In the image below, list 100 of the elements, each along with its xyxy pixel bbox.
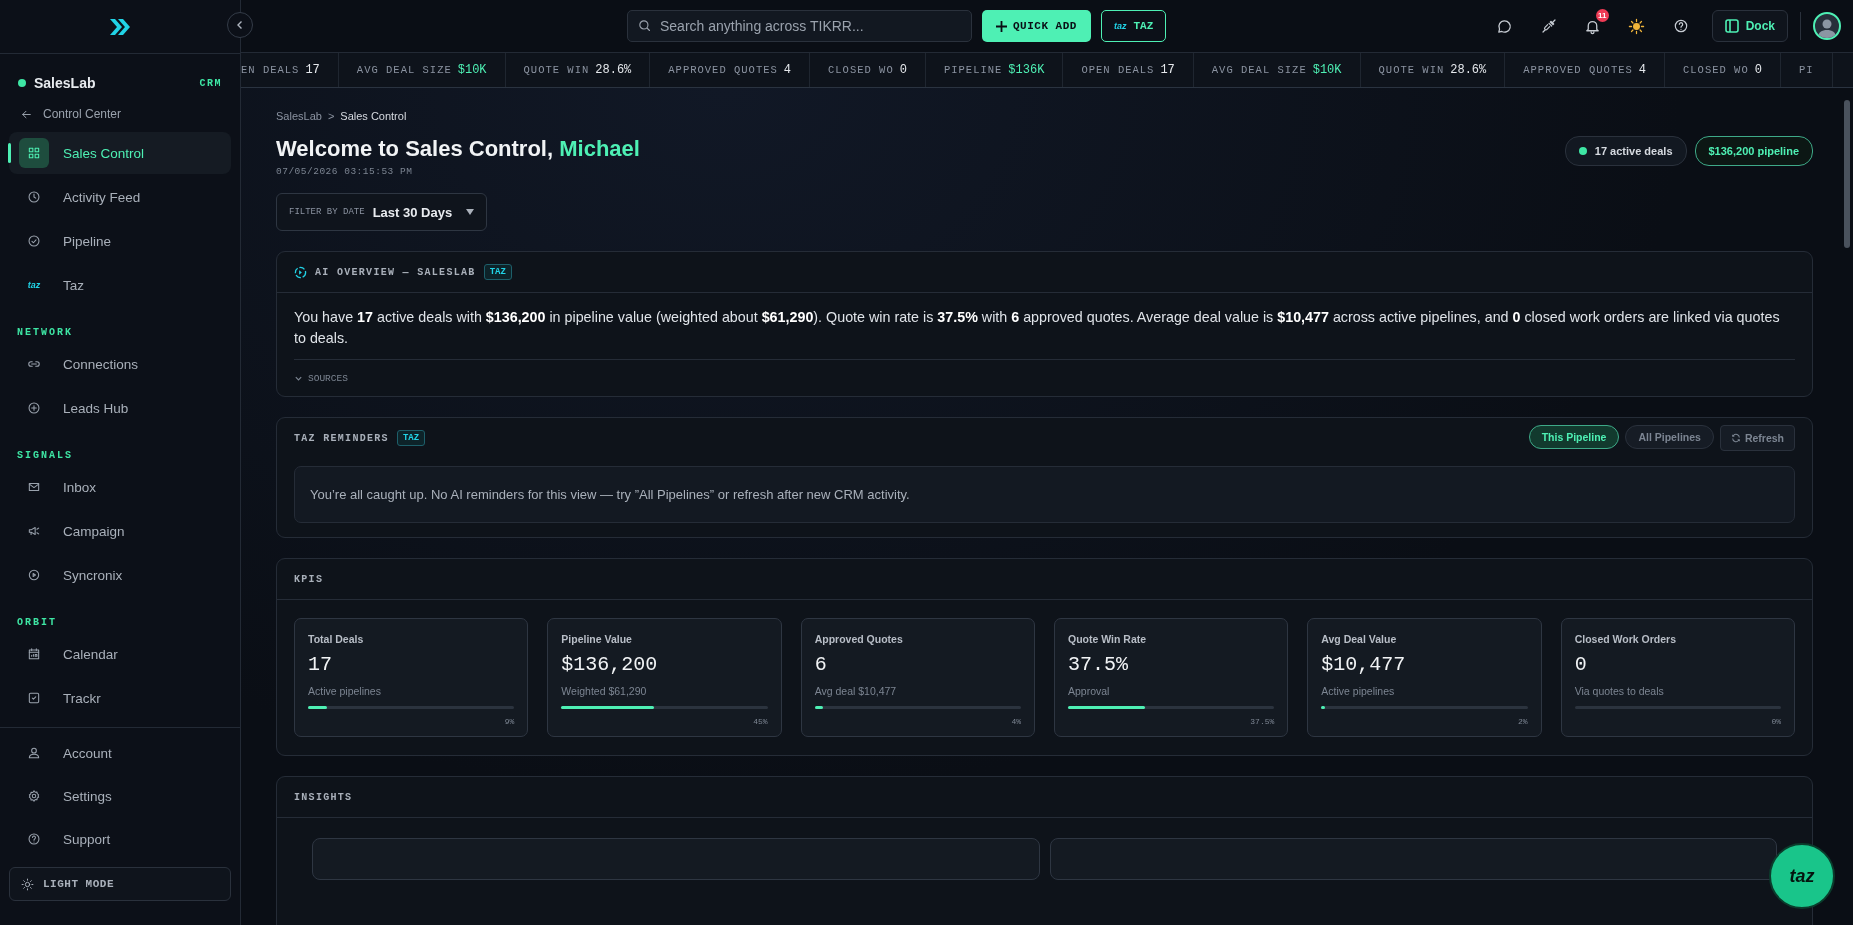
calendar-icon [27, 647, 41, 661]
pill-label: 17 active deals [1594, 145, 1673, 157]
sun-icon [21, 877, 34, 891]
ticker-label: CLOSED WO [828, 64, 894, 76]
sidebar-item[interactable]: Campaign [9, 510, 231, 552]
plug-drawing-icon [1540, 18, 1557, 34]
ticker-label: CLOSED WO [1683, 64, 1749, 76]
kpi-note: Active pipelines [1321, 685, 1396, 697]
sidebar-item[interactable]: Account [9, 732, 231, 774]
ticker-label: EN DEALS [241, 64, 300, 76]
ticker-label: QUOTE WIN [523, 64, 590, 76]
help-icon [27, 832, 41, 846]
ticker-value: $10K [457, 63, 487, 77]
ticker-value: 4 [783, 63, 791, 77]
sidebar-item[interactable]: Leads Hub [9, 387, 231, 429]
settings-icon [27, 789, 41, 803]
help-icon [1672, 18, 1689, 34]
kpi-title: Total Deals [308, 633, 365, 645]
theme-toggle-button[interactable]: LIGHT MODE [9, 867, 231, 901]
ticker-value: 28.6% [595, 63, 632, 77]
kpi-note: Approval [1068, 685, 1111, 697]
status-dot [1578, 147, 1587, 155]
workspace-type-label: CRM [199, 77, 222, 89]
kpi-title: Approved Quotes [814, 633, 904, 645]
taz-button[interactable]: taz TAZ [1100, 10, 1167, 42]
sidebar-item[interactable]: Connections [9, 343, 231, 385]
card-title: INSIGHTS [294, 791, 353, 803]
kpi-percent: 0% [1770, 717, 1781, 726]
page-title: Welcome to Sales Control, Michael [276, 136, 640, 162]
grid-icon [27, 146, 41, 160]
ticker-value: 28.6% [1450, 63, 1487, 77]
kpi-value: 17 [308, 653, 333, 676]
breadcrumb-separator: > [327, 110, 335, 122]
breadcrumb-item[interactable]: SalesLab [276, 110, 322, 122]
sidebar-item[interactable]: Settings [9, 775, 231, 817]
panel-icon [1724, 19, 1739, 33]
date-filter-dropdown[interactable]: FILTER BY DATE Last 30 Days [276, 193, 488, 231]
back-link[interactable]: Control Center [0, 91, 240, 131]
section-heading: SIGNALS [16, 449, 74, 463]
sidebar-item[interactable]: Trackr [9, 677, 231, 719]
sources-toggle[interactable]: SOURCES [294, 359, 1795, 396]
breadcrumb-item: Sales Control [340, 110, 407, 122]
megaphone-icon [27, 524, 41, 538]
sidebar-item[interactable]: Calendar [9, 633, 231, 675]
refresh-button[interactable]: Refresh [1719, 425, 1795, 451]
kpi-value: 0 [1574, 653, 1588, 676]
clock-icon [27, 190, 41, 204]
filter-chip[interactable]: This Pipeline [1528, 425, 1620, 449]
taz-tag: TAZ [396, 430, 426, 446]
ticker-value: 0 [1754, 63, 1762, 77]
sidebar-item[interactable]: Sales Control [9, 132, 231, 174]
kpi-percent: 9% [503, 717, 515, 726]
kpi-title: Avg Deal Value [1321, 633, 1398, 645]
ticker-value: 4 [1638, 63, 1646, 77]
workspace-name: SalesLab [34, 75, 97, 91]
plus-icon [996, 20, 1007, 32]
chevron-left-icon [235, 20, 245, 30]
sidebar-item[interactable]: Support [9, 818, 231, 860]
notification-count: 11 [1595, 9, 1609, 22]
kpi-title: Closed Work Orders [1574, 633, 1677, 645]
sidebar-item[interactable]: Activity Feed [9, 176, 231, 218]
ticker-label: OPEN DEALS [1081, 64, 1155, 76]
sidebar-item[interactable]: Pipeline [9, 220, 231, 262]
ticker-value: $136K [1008, 63, 1045, 77]
section-heading: ORBIT [16, 616, 58, 630]
avatar[interactable] [1813, 12, 1841, 40]
dock-button[interactable]: Dock [1711, 10, 1788, 42]
ticker-value: 17 [1160, 63, 1175, 77]
status-dot [18, 79, 26, 87]
checkbox-icon [27, 691, 41, 705]
pill-label: $136,200 pipeline [1708, 145, 1799, 157]
user-icon [27, 746, 41, 760]
ai-summary-text: You have 17 active deals with $136,200 in pipeline value (weighted about $61,290). Quote win rate is 37.5% with 6 approved quotes. Average deal value is $10,477 across active pipelines, and 0 closed work orders are linked via quotes to deals. [293, 308, 1781, 348]
ticker-label: APPROVED QUOTES [1523, 64, 1633, 76]
refresh-icon [1730, 433, 1741, 443]
ticker-value: 0 [899, 63, 907, 77]
kpi-percent: 4% [1010, 717, 1021, 726]
kpi-note: Avg deal $10,477 [814, 685, 898, 697]
filter-chip[interactable]: All Pipelines [1625, 425, 1714, 449]
kpi-title: Pipeline Value [561, 633, 633, 645]
quick-add-button[interactable]: QUICK ADD [982, 10, 1091, 42]
search-field[interactable]: Search anything across TIKRR... [627, 10, 972, 42]
ticker-label: APPROVED QUOTES [668, 64, 778, 76]
logo-icon [109, 17, 131, 36]
ticker-label: PIPELINE [943, 64, 1003, 76]
caret-icon [466, 209, 475, 215]
sidebar-item[interactable]: taz Taz [9, 264, 231, 306]
kpi-note: Weighted $61,290 [561, 685, 648, 697]
kpi-note: Via quotes to deals [1574, 685, 1665, 697]
check-circle-icon [27, 234, 41, 248]
kpi-note: Active pipelines [308, 685, 382, 697]
notifications-button[interactable]: 11 [1577, 11, 1608, 41]
taz-logo: taz [27, 280, 41, 290]
empty-reminders-message: You’re all caught up. No AI reminders for this view — try ”All Pipelines” or refresh after new CRM activity. [294, 466, 1795, 523]
sidebar-item[interactable]: Syncronix [9, 554, 231, 596]
ticker-label: PI [1798, 64, 1814, 76]
kpi-percent: 2% [1517, 717, 1528, 726]
ticker-label: QUOTE WIN [1378, 64, 1445, 76]
sidebar-item[interactable]: Inbox [9, 466, 231, 508]
ticker-label: AVG DEAL SIZE [356, 64, 452, 76]
